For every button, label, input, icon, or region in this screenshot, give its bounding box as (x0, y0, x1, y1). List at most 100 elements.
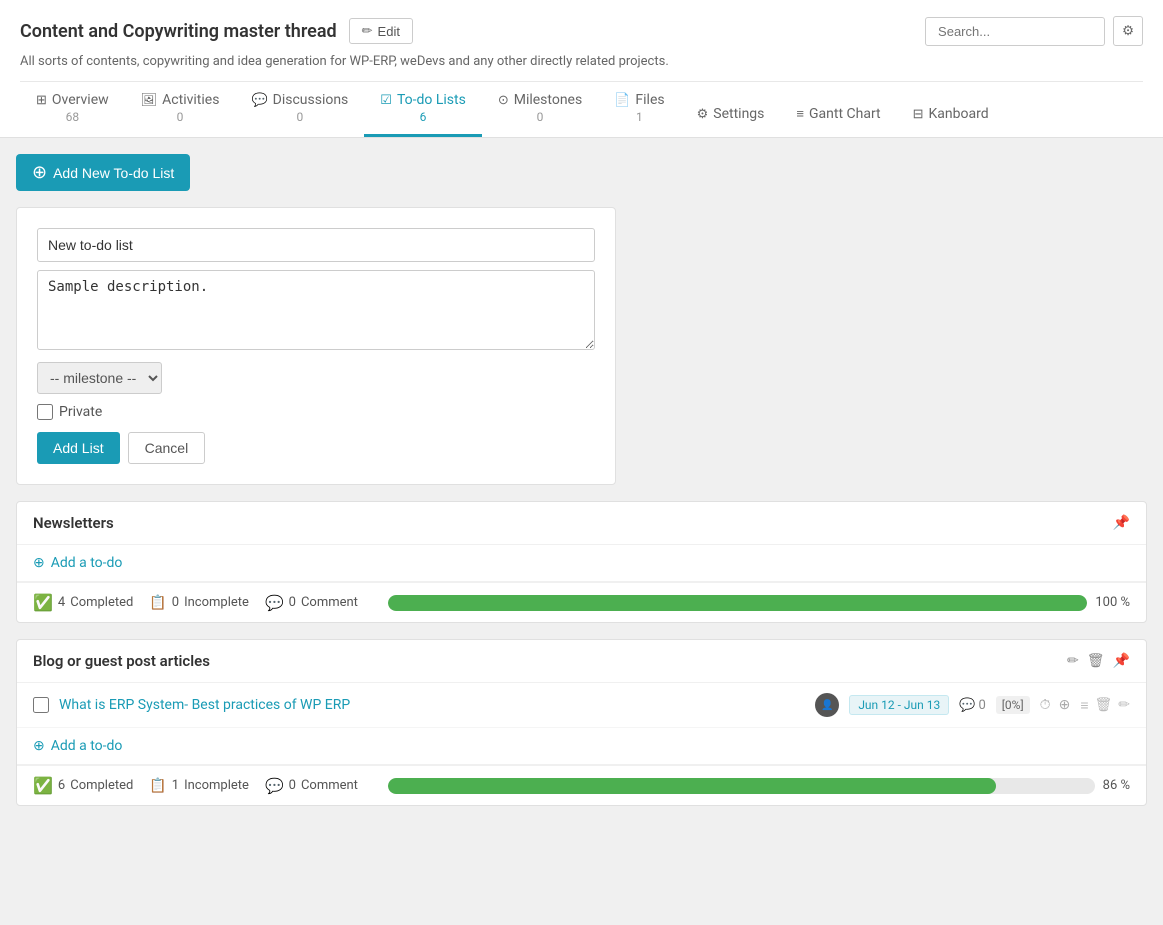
header-search-area: ⚙ (925, 16, 1143, 46)
blog-edit-icon[interactable]: ✏ (1067, 653, 1079, 669)
blog-add-todo-row[interactable]: ⊕ Add a to-do (17, 728, 1146, 764)
edit-button-label: Edit (378, 24, 400, 39)
form-actions: Add List Cancel (37, 432, 595, 464)
tab-activities-count: 0 (177, 110, 184, 124)
blog-progress-bar-fill (388, 778, 996, 794)
app-container: Content and Copywriting master thread ✏ … (0, 0, 1163, 925)
header-top: Content and Copywriting master thread ✏ … (20, 16, 1143, 46)
edit-button[interactable]: ✏ Edit (349, 18, 413, 44)
blog-footer-left: ✅ 6 Completed 📋 1 Incomplete 💬 0 Comment (33, 776, 358, 795)
newsletters-title: Newsletters (33, 514, 114, 532)
blog-header: Blog or guest post articles ✏ 🗑 📌 (17, 640, 1146, 683)
todo-section-newsletters: Newsletters 📌 ⊕ Add a to-do ✅ 4 Complete… (16, 501, 1147, 623)
todo-item-erp-link[interactable]: What is ERP System- Best practices of WP… (59, 697, 350, 713)
newsletters-footer: ✅ 4 Completed 📋 0 Incomplete 💬 0 Comment (17, 582, 1146, 622)
nav-tabs: ⊞ Overview 68 🖼 Activities 0 💬 Discussio… (20, 81, 1143, 137)
tab-discussions[interactable]: 💬 Discussions 0 (235, 82, 364, 137)
tab-todo-label: To-do Lists (397, 92, 466, 108)
new-todo-form: Sample description. -- milestone -- Priv… (16, 207, 616, 485)
tab-milestones-count: 0 (537, 110, 544, 124)
newsletters-add-plus-icon: ⊕ (33, 555, 45, 571)
add-new-todo-label: Add New To-do List (53, 165, 174, 181)
add-list-button[interactable]: Add List (37, 432, 120, 464)
todo-description-textarea[interactable]: Sample description. (37, 270, 595, 350)
newsletters-incomplete-stat: 📋 0 Incomplete (149, 595, 249, 611)
cancel-label: Cancel (145, 440, 189, 456)
clock-icon[interactable]: ⏱ (1040, 697, 1051, 713)
tab-settings-label: Settings (713, 106, 764, 122)
newsletters-completed-count: 4 (58, 595, 65, 610)
tab-todo-count: 6 (420, 110, 427, 124)
discussions-icon: 💬 (251, 93, 267, 108)
incomplete-icon: 📋 (149, 595, 166, 611)
activities-icon: 🖼 (141, 93, 158, 108)
tab-todo-lists[interactable]: ☑ To-do Lists 6 (364, 82, 482, 137)
completed-checkmark-icon: ✅ (33, 593, 53, 612)
blog-progress-percent: 86 % (1103, 778, 1130, 793)
tab-gantt-label: Gantt Chart (809, 106, 881, 122)
main-content: ⊕ Add New To-do List Sample description.… (0, 138, 1163, 838)
blog-add-todo-label: Add a to-do (51, 738, 123, 754)
newsletters-pin-icon[interactable]: 📌 (1113, 515, 1130, 531)
tab-settings[interactable]: ⚙ Settings (681, 96, 781, 137)
blog-incomplete-count: 1 (172, 778, 179, 793)
todo-item-erp-checkbox[interactable] (33, 697, 49, 713)
blog-comment-count: 0 (289, 778, 296, 793)
tab-milestones[interactable]: ⊙ Milestones 0 (482, 82, 598, 137)
tab-activities-label: Activities (162, 92, 219, 108)
todo-section-blog: Blog or guest post articles ✏ 🗑 📌 What i… (16, 639, 1147, 806)
blog-completed-label: Completed (70, 778, 133, 793)
private-label: Private (59, 404, 102, 420)
tab-kanboard[interactable]: ⊟ Kanboard (897, 96, 1005, 137)
settings-gear-button[interactable]: ⚙ (1113, 16, 1143, 46)
blog-comment-stat: 💬 0 Comment (265, 777, 358, 795)
tab-gantt-chart[interactable]: ≡ Gantt Chart (780, 96, 896, 137)
milestone-select[interactable]: -- milestone -- (37, 362, 162, 394)
pencil-icon: ✏ (362, 23, 373, 39)
search-input[interactable] (925, 17, 1105, 46)
blog-pin-icon[interactable]: 📌 (1113, 653, 1130, 669)
newsletters-comment-label: Comment (301, 595, 358, 610)
add-subtask-icon[interactable]: ⊕ (1059, 697, 1071, 713)
todo-icon: ☑ (380, 93, 392, 108)
comment-icon-newsletters: 💬 (265, 594, 284, 612)
newsletters-progress-bar-container (388, 595, 1087, 611)
todo-item-erp-date: Jun 12 - Jun 13 (849, 695, 949, 715)
newsletters-add-todo-row[interactable]: ⊕ Add a to-do (17, 545, 1146, 581)
kanboard-icon: ⊟ (913, 107, 924, 122)
header-description: All sorts of contents, copywriting and i… (20, 54, 1143, 69)
newsletters-header: Newsletters 📌 (17, 502, 1146, 545)
item-edit-icon[interactable]: ✏ (1118, 697, 1130, 713)
cancel-button[interactable]: Cancel (128, 432, 206, 464)
overview-icon: ⊞ (36, 93, 47, 108)
comment-count-value: 0 (978, 698, 985, 713)
blog-comment-label: Comment (301, 778, 358, 793)
private-checkbox[interactable] (37, 404, 53, 420)
add-list-label: Add List (53, 440, 104, 456)
todo-item-erp: What is ERP System- Best practices of WP… (17, 683, 1146, 728)
todo-item-erp-meta: ⏱ ⊕ (1040, 697, 1071, 713)
blog-delete-icon[interactable]: 🗑 (1087, 653, 1105, 669)
milestones-icon: ⊙ (498, 93, 509, 108)
item-list-icon[interactable]: ≡ (1080, 697, 1088, 714)
gear-icon: ⚙ (1122, 23, 1134, 38)
comment-icon-blog: 💬 (265, 777, 284, 795)
tab-files[interactable]: 📄 Files 1 (598, 82, 680, 137)
add-new-todo-button[interactable]: ⊕ Add New To-do List (16, 154, 190, 191)
todo-title-input[interactable] (37, 228, 595, 262)
tab-overview-count: 68 (66, 110, 80, 124)
page-header: Content and Copywriting master thread ✏ … (0, 0, 1163, 138)
blog-footer-right: 86 % (378, 778, 1130, 794)
item-delete-icon[interactable]: 🗑 (1094, 697, 1112, 713)
todo-item-erp-actions: ≡ 🗑 ✏ (1080, 697, 1130, 714)
blog-actions: ✏ 🗑 📌 (1067, 653, 1130, 669)
tab-overview[interactable]: ⊞ Overview 68 (20, 82, 125, 137)
newsletters-comment-stat: 💬 0 Comment (265, 594, 358, 612)
comment-bubble-icon: 💬 (959, 698, 975, 713)
newsletters-progress-bar-fill (388, 595, 1087, 611)
tab-discussions-count: 0 (296, 110, 303, 124)
tab-activities[interactable]: 🖼 Activities 0 (125, 82, 236, 137)
plus-circle-icon: ⊕ (32, 162, 47, 183)
files-icon: 📄 (614, 93, 630, 108)
settings-tab-icon: ⚙ (697, 107, 709, 122)
